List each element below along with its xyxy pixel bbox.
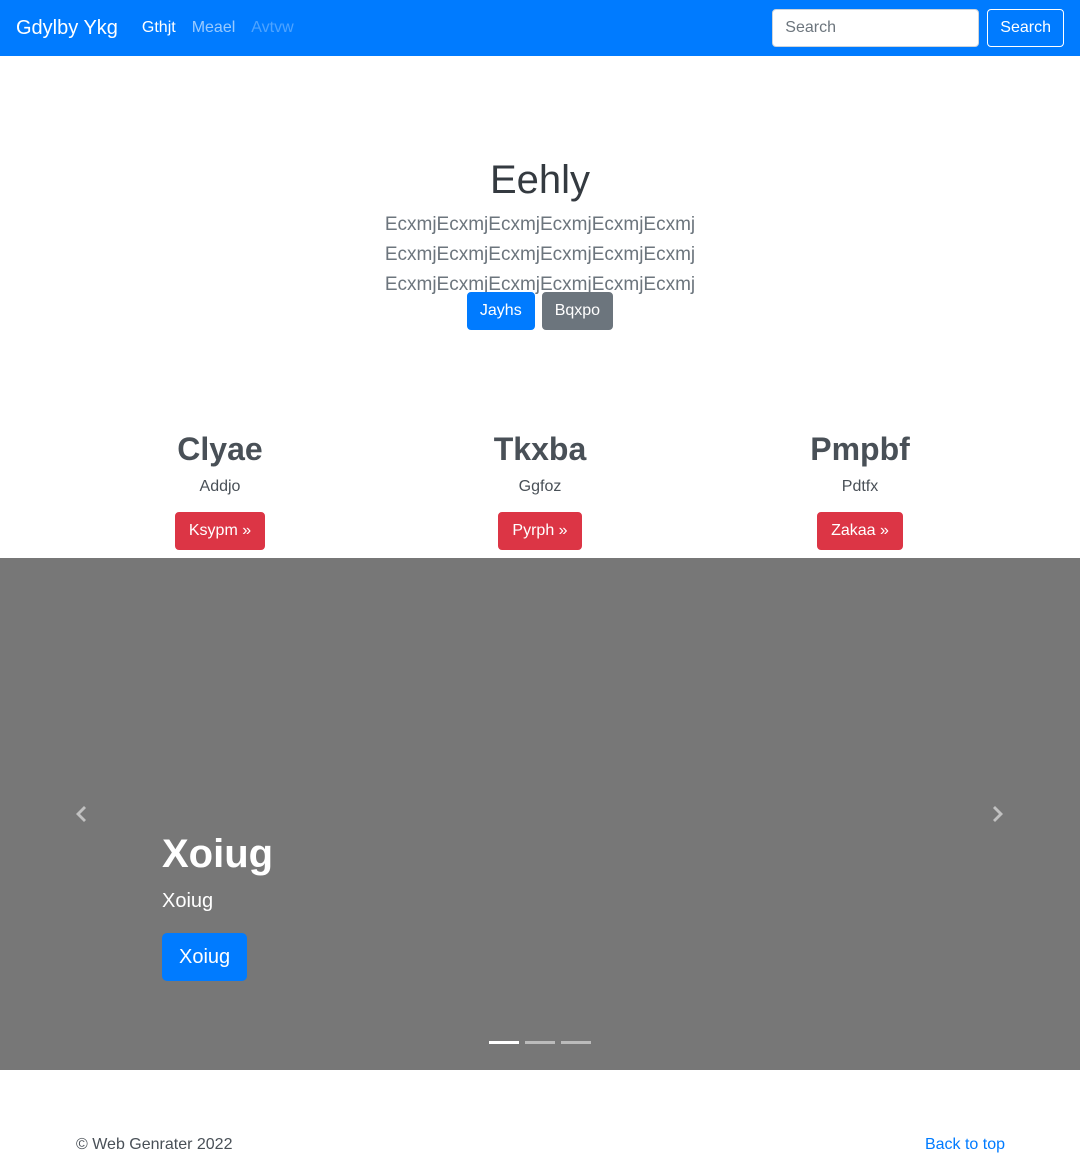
column-heading: Tkxba (493, 431, 587, 467)
carousel-caption-button[interactable]: Xoiug (162, 933, 248, 981)
jumbotron-buttons: Jayhs Bqxpo (0, 292, 1080, 330)
jumbotron-title: Eehly (489, 158, 591, 202)
carousel-indicators (489, 1041, 591, 1044)
footer-copyright: © Web Genrater 2022 (76, 1136, 233, 1153)
column-heading: Pmpbf (810, 431, 910, 467)
feature-column: Clyae Addjo Ksypm » (60, 430, 380, 551)
search-form: Search (772, 9, 1064, 47)
bqxpo-button[interactable]: Bqxpo (541, 292, 614, 330)
footer: © Web Genrater 2022 Back to top (76, 1136, 1005, 1154)
carousel-indicator[interactable] (489, 1041, 519, 1044)
search-button[interactable]: Search (987, 9, 1064, 47)
navbar-brand[interactable]: Gdylby Ykg (16, 17, 118, 40)
carousel-caption-text: Xoiug (162, 890, 214, 912)
navbar: Gdylby Ykg Gthjt Meael Avtvw Search (0, 0, 1080, 56)
jumbotron: Eehly EcxmjEcxmjEcxmjEcxmjEcxmjEcxmj Ecx… (0, 56, 1080, 386)
carousel-indicator[interactable] (525, 1041, 555, 1044)
column-heading: Clyae (177, 431, 263, 467)
nav-links: Gthjt Meael Avtvw (142, 19, 294, 37)
column-text: Pdtfx (841, 478, 879, 496)
ksypm-button[interactable]: Ksypm » (174, 512, 266, 551)
nav-link-avtvw: Avtvw (251, 19, 294, 36)
carousel: Xoiug Xoiug Xoiug (0, 558, 1080, 1070)
jayhs-button[interactable]: Jayhs (466, 292, 535, 330)
zakaa-button[interactable]: Zakaa » (817, 512, 903, 551)
carousel-prev-icon[interactable] (69, 802, 93, 826)
jumbotron-lead: EcxmjEcxmjEcxmjEcxmjEcxmjEcxmj EcxmjEcxm… (384, 214, 696, 295)
column-text: Addjo (199, 478, 241, 496)
search-input[interactable] (772, 9, 980, 47)
feature-column: Tkxba Ggfoz Pyrph » (380, 430, 700, 551)
feature-columns: Clyae Addjo Ksypm » Tkxba Ggfoz Pyrph » … (60, 430, 1020, 551)
carousel-caption-title: Xoiug (162, 832, 274, 876)
column-text: Ggfoz (518, 478, 562, 496)
carousel-caption: Xoiug Xoiug Xoiug (162, 830, 273, 981)
pyrph-button[interactable]: Pyrph » (498, 512, 582, 551)
feature-column: Pmpbf Pdtfx Zakaa » (700, 430, 1020, 551)
nav-link-meael[interactable]: Meael (192, 19, 236, 37)
carousel-next-icon[interactable] (986, 802, 1010, 826)
carousel-indicator[interactable] (561, 1041, 591, 1044)
nav-link-gthjt[interactable]: Gthjt (142, 19, 176, 37)
back-to-top-link[interactable]: Back to top (925, 1136, 1005, 1154)
